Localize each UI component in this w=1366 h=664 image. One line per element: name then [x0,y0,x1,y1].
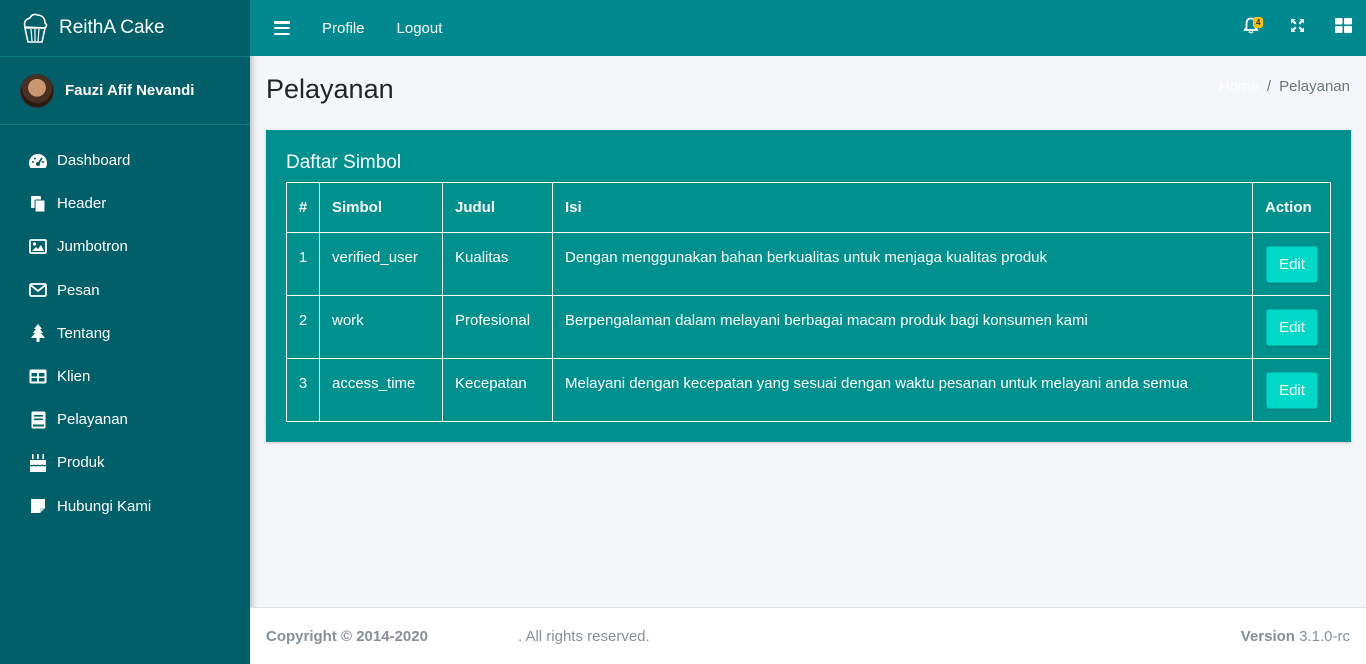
column-header-simbol: Simbol [319,182,443,233]
sidebar-item-label: Produk [57,454,105,472]
cupcake-logo-icon [21,12,49,44]
notification-badge: 4 [1253,17,1264,28]
control-sidebar-button[interactable] [1320,0,1366,56]
brand-name: ReithA Cake [59,17,165,38]
top-navbar: Profile Logout 4 [250,0,1366,56]
row-judul: Kualitas [442,232,553,296]
column-header-action: Action [1252,182,1331,233]
sidebar-nav: Dashboard Header Jumbotron Pesan Tentang [0,125,250,528]
sidebar-item-label: Dashboard [57,152,131,170]
row-simbol: access_time [319,358,443,422]
sidebar-item-label: Pelayanan [57,411,128,429]
book-icon [28,411,48,429]
breadcrumb-current: Pelayanan [1279,78,1350,95]
row-number: 1 [286,232,320,296]
sidebar-item-label: Klien [57,368,91,386]
sidebar-item-label: Hubungi Kami [57,497,152,515]
edit-button[interactable]: Edit [1266,372,1318,409]
row-number: 3 [286,358,320,422]
content-wrapper: Pelayanan Home / Pelayanan Daftar Simbol… [250,56,1366,607]
row-simbol: verified_user [319,232,443,296]
row-isi: Melayani dengan kecepatan yang sesuai de… [552,358,1253,422]
sidebar-item-hubungi-kami[interactable]: Hubungi Kami [0,485,250,528]
row-action-cell: Edit [1252,358,1331,422]
footer: Copyright © 2014-2020 . All rights reserv… [250,607,1366,664]
table-row: 2 work Profesional Berpengalaman dalam m… [286,295,1331,359]
footer-copyright: Copyright © 2014-2020 . All rights reserv… [266,628,650,645]
table-row: 3 access_time Kecepatan Melayani dengan … [286,358,1331,422]
sticky-note-icon [28,497,48,515]
image-icon [28,238,48,256]
table-header-row: # Simbol Judul Isi Action [286,182,1331,233]
row-action-cell: Edit [1252,232,1331,296]
avatar [20,73,54,108]
sidebar-item-label: Jumbotron [57,238,128,256]
sidebar-item-pesan[interactable]: Pesan [0,269,250,312]
table-row: 1 verified_user Kualitas Dengan mengguna… [286,232,1331,296]
sidebar-item-label: Tentang [57,324,111,342]
sidebar-item-produk[interactable]: Produk [0,441,250,484]
sidebar-item-label: Pesan [57,281,100,299]
table-icon [28,368,48,386]
rights-text: . All rights reserved. [517,627,650,645]
row-action-cell: Edit [1252,295,1331,359]
column-header-num: # [286,182,320,233]
breadcrumb-separator: / [1266,78,1272,95]
envelope-icon [28,281,48,299]
row-isi: Berpengalaman dalam melayani berbagai ma… [552,295,1253,359]
breadcrumb-home-link[interactable]: Home [1219,78,1259,95]
edit-button[interactable]: Edit [1266,309,1318,346]
card-title: Daftar Simbol [286,152,402,173]
version-number: 3.1.0-rc [1299,627,1350,645]
sidebar-item-header[interactable]: Header [0,182,250,225]
sidebar-item-tentang[interactable]: Tentang [0,312,250,355]
row-isi: Dengan menggunakan bahan berkualitas unt… [552,232,1253,296]
th-large-icon [1334,18,1352,38]
tachometer-icon [28,152,48,170]
notifications-button[interactable]: 4 [1228,0,1274,56]
menu-toggle-icon[interactable] [274,21,290,35]
row-judul: Kecepatan [442,358,553,422]
simbol-table: # Simbol Judul Isi Action 1 verified_use… [286,182,1331,422]
sidebar-item-jumbotron[interactable]: Jumbotron [0,225,250,268]
footer-version: Version 3.1.0-rc [1241,628,1350,645]
sidebar-item-klien[interactable]: Klien [0,355,250,398]
column-header-isi: Isi [552,182,1253,233]
row-number: 2 [286,295,320,359]
user-panel[interactable]: Fauzi Afif Nevandi [0,57,250,125]
copyright-text: Copyright © 2014-2020 [266,627,428,645]
version-label: Version [1240,627,1295,645]
sidebar-item-label: Header [57,195,107,213]
edit-button[interactable]: Edit [1266,246,1318,283]
birthday-cake-icon [28,453,48,472]
sidebar: ReithA Cake Fauzi Afif Nevandi Dashboard… [0,0,250,664]
row-simbol: work [319,295,443,359]
user-name: Fauzi Afif Nevandi [65,82,195,99]
logout-link[interactable]: Logout [397,20,443,37]
sidebar-item-pelayanan[interactable]: Pelayanan [0,398,250,441]
top-right-controls: 4 [1228,0,1366,56]
row-judul: Profesional [442,295,553,359]
expand-arrows-icon [1290,18,1305,38]
tree-icon [28,324,48,343]
page-title: Pelayanan [266,74,394,104]
profile-link[interactable]: Profile [322,20,365,37]
daftar-simbol-card: Daftar Simbol # Simbol Judul Isi Action … [266,130,1351,442]
fullscreen-button[interactable] [1274,0,1320,56]
brand-link[interactable]: ReithA Cake [0,0,250,57]
breadcrumb: Home / Pelayanan [1219,78,1350,95]
column-header-judul: Judul [442,182,553,233]
copy-icon [28,195,48,213]
sidebar-item-dashboard[interactable]: Dashboard [0,139,250,182]
